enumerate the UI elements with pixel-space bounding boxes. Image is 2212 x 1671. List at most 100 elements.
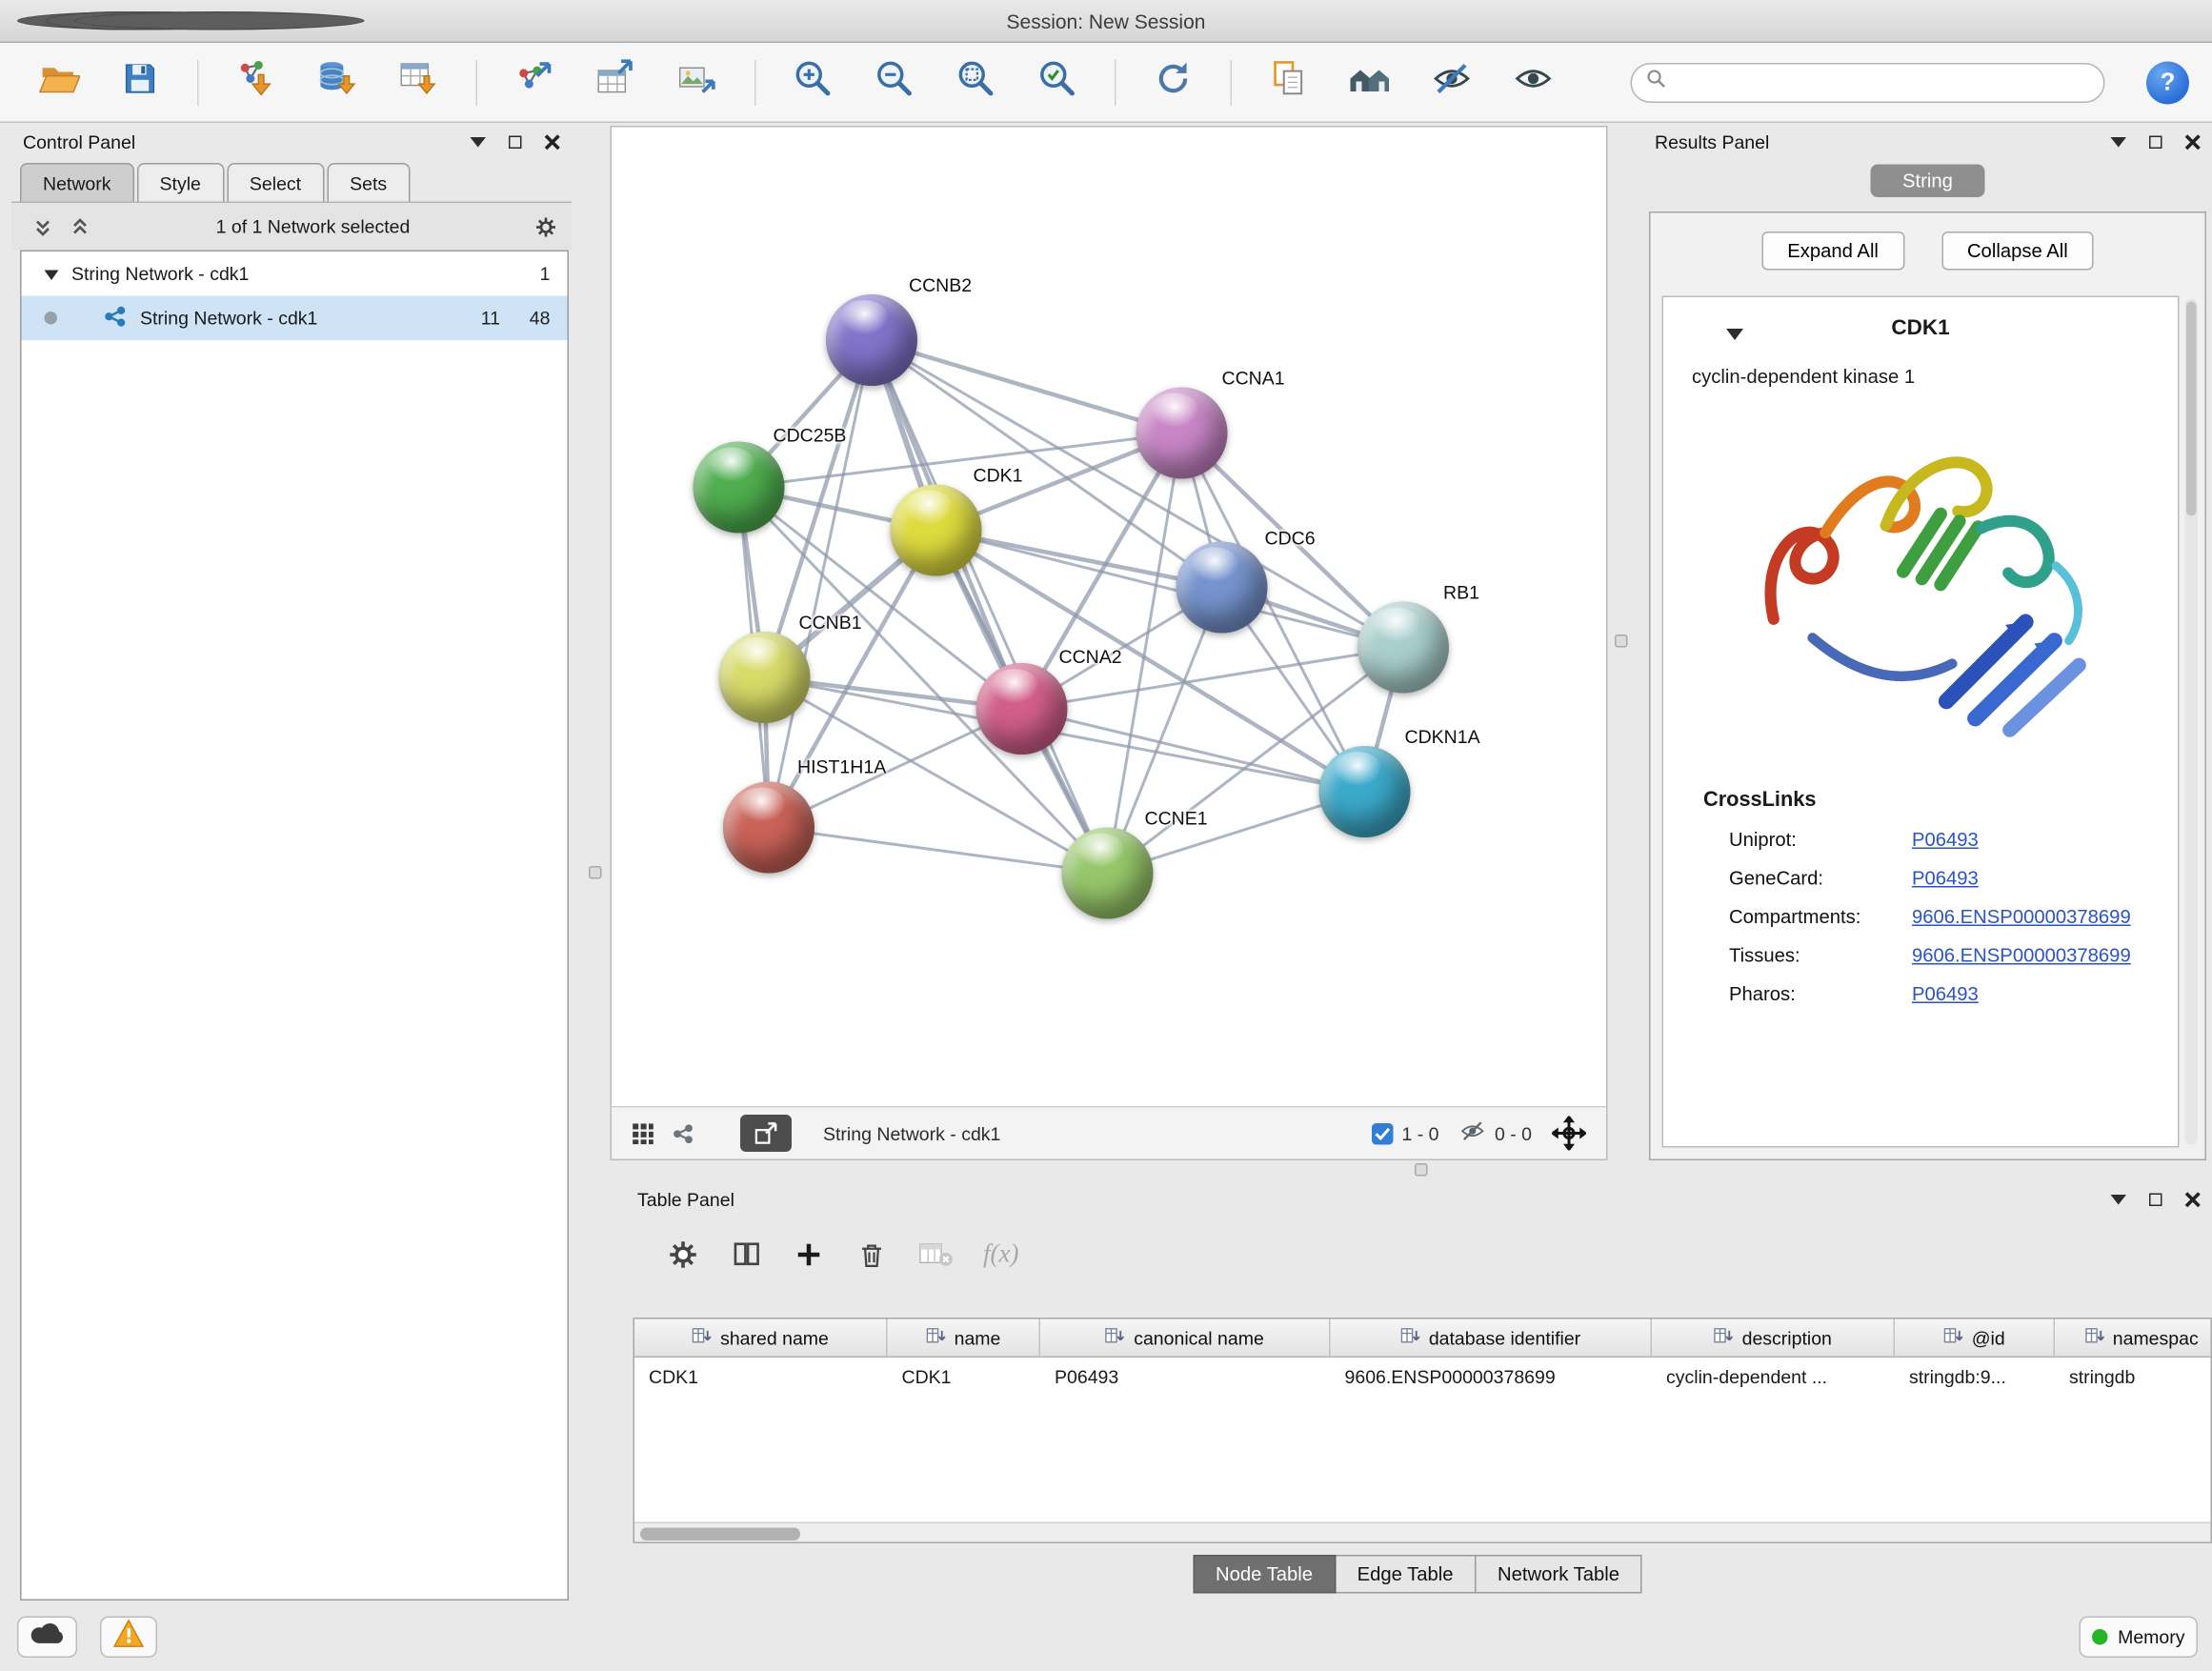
network-edge[interactable] <box>769 828 1108 874</box>
panel-menu-icon[interactable] <box>2106 1188 2129 1211</box>
right-splitter-handle[interactable] <box>1615 634 1628 648</box>
zoom-in-button[interactable] <box>789 58 837 107</box>
panel-close-icon[interactable] <box>2181 131 2203 153</box>
column-header-namespace[interactable]: namespac <box>2055 1319 2212 1359</box>
column-header-database-identifier[interactable]: database identifier <box>1331 1319 1653 1359</box>
panel-menu-icon[interactable] <box>2106 131 2129 153</box>
add-column-plus-icon[interactable] <box>792 1237 826 1271</box>
expand-all-networks-icon[interactable] <box>69 215 91 238</box>
gear-icon[interactable] <box>534 215 557 238</box>
export-network-button[interactable] <box>511 58 559 107</box>
zoom-out-button[interactable] <box>871 58 919 107</box>
network-edge[interactable] <box>872 340 1108 874</box>
panel-close-icon[interactable] <box>540 131 563 153</box>
crosslink-uniprot-link[interactable]: P06493 <box>1912 829 1979 851</box>
network-edge[interactable] <box>936 531 1404 648</box>
save-session-button[interactable] <box>116 58 165 107</box>
network-node-CDC6[interactable] <box>1176 542 1268 634</box>
pan-crosshair-icon[interactable] <box>1552 1117 1586 1151</box>
panel-menu-icon[interactable] <box>466 131 489 153</box>
panel-close-icon[interactable] <box>2181 1188 2203 1211</box>
import-network-database-button[interactable] <box>313 58 362 107</box>
network-row-selected[interactable]: String Network - cdk1 11 48 <box>22 296 568 341</box>
network-edge[interactable] <box>769 340 872 828</box>
crosslink-row: GeneCard: P06493 <box>1663 859 2178 898</box>
network-node-CDC25B[interactable] <box>694 442 785 534</box>
tab-sets[interactable]: Sets <box>327 163 410 202</box>
panel-float-icon[interactable] <box>2143 131 2166 153</box>
warnings-button[interactable] <box>100 1617 157 1659</box>
selected-checkbox-icon[interactable] <box>1372 1122 1394 1144</box>
column-header-canonical-name[interactable]: canonical name <box>1040 1319 1331 1359</box>
table-settings-gear-icon[interactable] <box>666 1237 700 1271</box>
panel-float-icon[interactable] <box>503 131 526 153</box>
crosslink-genecard-link[interactable]: P06493 <box>1912 868 1979 890</box>
network-node-CDK1[interactable] <box>891 485 982 576</box>
network-node-HIST1H1A[interactable] <box>723 782 814 874</box>
network-node-CCNB1[interactable] <box>719 632 811 723</box>
tab-node-table[interactable]: Node Table <box>1193 1555 1336 1594</box>
tab-network-table[interactable]: Network Table <box>1477 1555 1642 1594</box>
network-view-toolbar: String Network - cdk1 1 - 0 0 - 0 <box>612 1106 1606 1159</box>
tab-edge-table[interactable]: Edge Table <box>1336 1555 1476 1594</box>
help-button[interactable]: ? <box>2146 61 2189 104</box>
birdseye-network-icon[interactable] <box>672 1122 694 1145</box>
delete-column-trash-icon[interactable] <box>855 1237 889 1271</box>
column-header-id[interactable]: @id <box>1895 1319 2055 1359</box>
network-node-RB1[interactable] <box>1357 602 1449 694</box>
import-network-file-button[interactable] <box>231 58 280 107</box>
horizontal-splitter-handle[interactable] <box>1415 1163 1428 1177</box>
scrollbar-thumb[interactable] <box>640 1527 800 1540</box>
tab-string[interactable]: String <box>1871 165 1984 198</box>
zoom-fit-button[interactable] <box>952 58 1000 107</box>
show-details-button[interactable] <box>1509 58 1558 107</box>
tree-expand-caret-icon[interactable] <box>45 263 59 285</box>
network-node-CCNB2[interactable] <box>826 294 917 386</box>
left-splitter-handle[interactable] <box>589 866 602 879</box>
network-collection-row[interactable]: String Network - cdk1 1 <box>22 252 568 296</box>
results-vertical-scrollbar[interactable] <box>2185 299 2199 1145</box>
memory-button[interactable]: Memory <box>2080 1617 2198 1659</box>
section-collapse-caret-icon[interactable] <box>1726 322 1743 348</box>
tab-select[interactable]: Select <box>227 163 324 202</box>
zoom-selected-button[interactable] <box>1034 58 1082 107</box>
column-header-shared-name[interactable]: shared name <box>634 1319 888 1359</box>
column-sort-icon <box>2084 1326 2104 1349</box>
hidden-eye-slash-icon[interactable] <box>1458 1117 1486 1149</box>
export-image-button[interactable] <box>674 58 722 107</box>
show-columns-icon[interactable] <box>729 1237 763 1271</box>
expand-all-button[interactable]: Expand All <box>1761 232 1904 271</box>
search-input[interactable] <box>1677 71 2090 93</box>
open-session-button[interactable] <box>34 58 83 107</box>
network-node-CDKN1A[interactable] <box>1319 746 1411 837</box>
collapse-all-button[interactable]: Collapse All <box>1941 232 2094 271</box>
network-node-CCNA2[interactable] <box>976 663 1068 755</box>
network-canvas[interactable]: CCNB2CCNA1CDC25BCDK1CDC6RB1CCNB1CCNA2CDK… <box>612 128 1606 1107</box>
network-edge[interactable] <box>872 340 1182 433</box>
tab-network[interactable]: Network <box>20 163 134 202</box>
network-edge[interactable] <box>1022 709 1365 792</box>
table-row[interactable]: CDK1 CDK1 P06493 9606.ENSP00000378699 cy… <box>634 1358 2211 1397</box>
window-zoom-button[interactable] <box>74 11 365 30</box>
export-table-button[interactable] <box>592 58 640 107</box>
collapse-all-networks-icon[interactable] <box>31 215 54 238</box>
refresh-button[interactable] <box>1149 58 1197 107</box>
home-button[interactable] <box>1346 58 1395 107</box>
column-header-name[interactable]: name <box>888 1319 1041 1359</box>
copy-document-button[interactable] <box>1265 58 1314 107</box>
crosslink-compartments-link[interactable]: 9606.ENSP00000378699 <box>1912 906 2131 928</box>
network-node-CCNE1[interactable] <box>1062 828 1154 919</box>
crosslink-tissues-link[interactable]: 9606.ENSP00000378699 <box>1912 945 2131 967</box>
import-table-button[interactable] <box>394 58 443 107</box>
panel-float-icon[interactable] <box>2143 1188 2166 1211</box>
hide-details-button[interactable] <box>1428 58 1477 107</box>
grid-view-icon[interactable] <box>632 1122 654 1145</box>
cloud-status-button[interactable] <box>17 1617 77 1659</box>
column-header-description[interactable]: description <box>1652 1319 1895 1359</box>
crosslink-pharos-link[interactable]: P06493 <box>1912 983 1979 1005</box>
export-view-button[interactable] <box>740 1115 792 1152</box>
table-horizontal-scrollbar[interactable] <box>634 1522 2211 1542</box>
protein-section-header[interactable]: CDK1 <box>1663 297 2178 357</box>
tab-style[interactable]: Style <box>137 163 224 202</box>
network-node-CCNA1[interactable] <box>1136 388 1228 479</box>
